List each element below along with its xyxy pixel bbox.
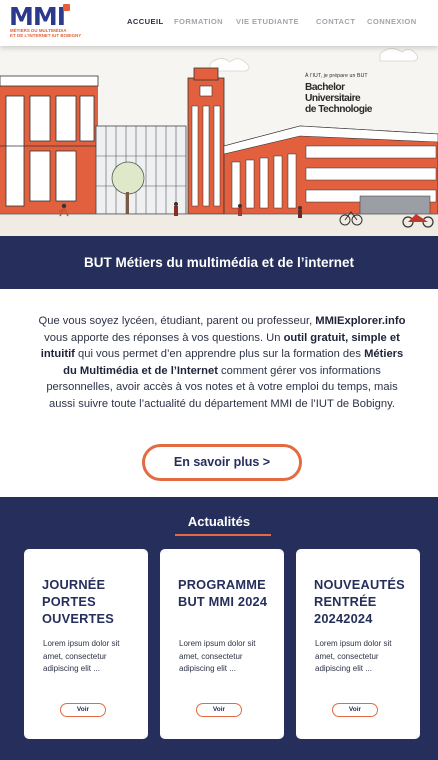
news-section: Actualités JOURNÉE PORTES OUVERTES Lorem…: [0, 497, 438, 760]
mmi-logo[interactable]: MMI MÉTIERS DU MULTIMÉDIA ET DE L'INTERN…: [9, 2, 81, 41]
news-card-text: Lorem ipsum dolor sit amet, consectetur …: [315, 639, 392, 673]
news-card-view-button[interactable]: Voir: [332, 703, 378, 717]
intro-paragraph: Que vous soyez lycéen, étudiant, parent …: [38, 313, 406, 413]
hero-caption-intro: À l'IUT, je prépare un BUT: [305, 73, 368, 79]
news-card-title: NOUVEAUTÉS RENTRÉE 20242024: [314, 577, 405, 626]
intro-text-1: Que vous soyez lycéen, étudiant, parent …: [38, 315, 313, 327]
nav-formation[interactable]: FORMATION: [174, 16, 223, 28]
logo-tagline: MÉTIERS DU MULTIMÉDIA ET DE L'INTERNET I…: [10, 28, 81, 38]
intro-bold-site: MMIExplorer.info: [315, 315, 406, 327]
news-card-text: Lorem ipsum dolor sit amet, consectetur …: [43, 639, 120, 673]
nav-connexion[interactable]: CONNEXION: [367, 16, 417, 28]
hero-caption-line-2: Universitaire: [305, 93, 361, 104]
nav-vie-etudiante[interactable]: VIE ETUDIANTE: [236, 16, 299, 28]
news-card-view-button[interactable]: Voir: [60, 703, 106, 717]
page-title: BUT Métiers du multimédia et de l’intern…: [83, 255, 355, 270]
hero-caption-line-1: Bachelor: [305, 82, 345, 93]
logo-tagline-line-2: ET DE L'INTERNET IUT BOBIGNY: [10, 33, 82, 38]
learn-more-button[interactable]: En savoir plus >: [142, 444, 302, 481]
logo-accent-mark: [63, 4, 70, 11]
campus-illustration: [0, 46, 438, 236]
news-card-text: Lorem ipsum dolor sit amet, consectetur …: [179, 639, 256, 673]
intro-text-2: vous apporte des réponses à vos question…: [44, 331, 284, 344]
news-card[interactable]: JOURNÉE PORTES OUVERTES Lorem ipsum dolo…: [24, 549, 148, 739]
hero-caption-line-3: de Technologie: [305, 104, 372, 115]
page-title-banner: BUT Métiers du multimédia et de l’intern…: [0, 236, 438, 289]
news-card-view-button[interactable]: Voir: [196, 703, 242, 717]
news-heading-underline: [175, 534, 271, 536]
site-header: MMI MÉTIERS DU MULTIMÉDIA ET DE L'INTERN…: [0, 0, 438, 46]
news-card-title: JOURNÉE PORTES OUVERTES: [42, 577, 114, 626]
hero-illustration: À l'IUT, je prépare un BUT Bachelor Univ…: [0, 46, 438, 236]
nav-accueil[interactable]: ACCUEIL: [127, 16, 164, 28]
news-card[interactable]: NOUVEAUTÉS RENTRÉE 20242024 Lorem ipsum …: [296, 549, 420, 739]
news-card-title: PROGRAMME BUT MMI 2024: [178, 577, 268, 609]
news-heading: Actualités: [187, 514, 251, 529]
intro-text-3: qui vous permet d’en apprendre plus sur …: [74, 348, 365, 361]
logo-wordmark: MMI: [9, 2, 66, 31]
news-card[interactable]: PROGRAMME BUT MMI 2024 Lorem ipsum dolor…: [160, 549, 284, 739]
hero-caption: À l'IUT, je prépare un BUT Bachelor Univ…: [305, 73, 372, 115]
nav-contact[interactable]: CONTACT: [316, 16, 355, 28]
